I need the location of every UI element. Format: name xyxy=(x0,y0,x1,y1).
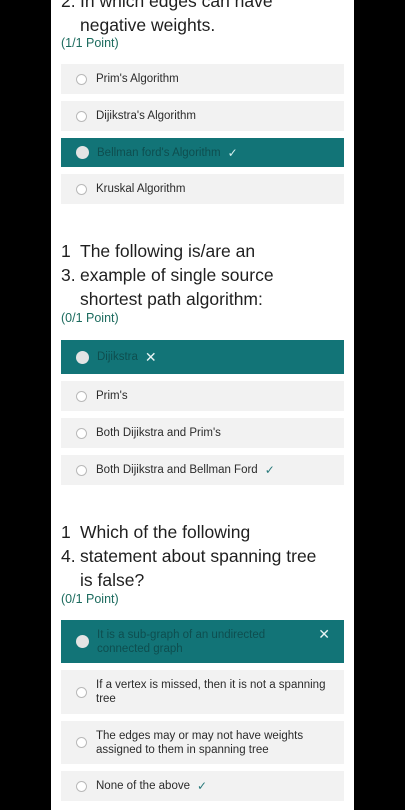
option-label: Dijikstra's Algorithm xyxy=(96,110,196,122)
radio-button-selected[interactable] xyxy=(76,350,89,364)
radio-button[interactable] xyxy=(76,427,87,439)
radio-button-selected[interactable] xyxy=(76,635,89,648)
answer-option[interactable]: Kruskal Algorithm xyxy=(61,174,344,204)
question-text-line: In which edges can have xyxy=(80,0,273,11)
question-score: (0/1 Point) xyxy=(61,311,119,325)
option-label: Both Dijikstra and Prim's xyxy=(96,427,221,439)
option-label: None of the above xyxy=(96,780,190,792)
radio-button[interactable] xyxy=(76,183,87,195)
answer-option[interactable]: Both Dijikstra and Bellman Ford ✓ xyxy=(61,455,344,485)
question-number-part: 1 xyxy=(61,241,71,261)
answer-option-selected[interactable]: Bellman ford's Algorithm ✓ xyxy=(61,138,344,167)
answer-option[interactable]: Prim's Algorithm xyxy=(61,64,344,94)
question-text-line: negative weights. xyxy=(80,15,216,35)
question-score: (0/1 Point) xyxy=(61,592,119,606)
question-number-part: 3. xyxy=(61,265,76,285)
correct-check-icon: ✓ xyxy=(197,779,208,793)
radio-button[interactable] xyxy=(76,686,87,698)
option-label: Both Dijikstra and Bellman Ford xyxy=(96,464,258,476)
incorrect-x-icon: ✕ xyxy=(318,626,330,642)
answer-option-selected[interactable]: Dijikstra ✕ xyxy=(61,340,344,374)
question-text-line: example of single source xyxy=(80,265,274,285)
question-title: 1 Which of the following 4. statement ab… xyxy=(61,520,351,592)
question-score: (1/1 Point) xyxy=(61,36,119,50)
radio-button[interactable] xyxy=(76,73,87,85)
option-label: Bellman ford's Algorithm xyxy=(97,146,221,159)
question-text-line: is false? xyxy=(80,570,145,590)
question-number: 2. xyxy=(61,0,76,11)
answer-option-selected[interactable]: It is a sub-graph of an undirected conne… xyxy=(61,620,344,663)
question-text-line: shortest path algorithm: xyxy=(80,289,263,309)
answer-option[interactable]: The edges may or may not have weights as… xyxy=(61,721,344,764)
radio-button[interactable] xyxy=(76,780,87,792)
question-number-part: 4. xyxy=(61,546,76,566)
correct-check-icon: ✓ xyxy=(264,463,275,477)
option-label: It is a sub-graph of an undirected conne… xyxy=(97,628,266,655)
radio-button[interactable] xyxy=(76,390,87,402)
option-label: Kruskal Algorithm xyxy=(96,183,186,195)
option-label: The edges may or may not have weights as… xyxy=(96,729,304,756)
question-text-line: The following is/are an xyxy=(80,241,256,261)
answer-option[interactable]: None of the above ✓ xyxy=(61,771,344,801)
incorrect-x-icon: ✕ xyxy=(144,348,157,365)
option-label: Prim's Algorithm xyxy=(96,73,179,85)
question-text-line: statement about spanning tree xyxy=(80,546,317,566)
answer-option[interactable]: Prim's xyxy=(61,381,344,411)
option-label: Prim's xyxy=(96,390,128,402)
radio-button[interactable] xyxy=(76,464,87,476)
option-label: If a vertex is missed, then it is not a … xyxy=(96,679,326,705)
radio-button[interactable] xyxy=(76,110,87,122)
correct-check-icon: ✓ xyxy=(227,145,238,160)
question-title: 2. In which edges can have negative weig… xyxy=(61,0,351,37)
answer-option[interactable]: Dijikstra's Algorithm xyxy=(61,101,344,131)
question-number-part: 1 xyxy=(61,522,71,542)
quiz-results-sheet: 2. In which edges can have negative weig… xyxy=(51,0,354,810)
radio-button[interactable] xyxy=(76,737,87,748)
question-title: 1 The following is/are an 3. example of … xyxy=(61,239,351,311)
option-label: Dijikstra xyxy=(97,351,138,363)
question-text-line: Which of the following xyxy=(80,522,251,542)
answer-option[interactable]: Both Dijikstra and Prim's xyxy=(61,418,344,448)
radio-button-selected[interactable] xyxy=(76,146,89,159)
answer-option[interactable]: If a vertex is missed, then it is not a … xyxy=(61,670,344,714)
